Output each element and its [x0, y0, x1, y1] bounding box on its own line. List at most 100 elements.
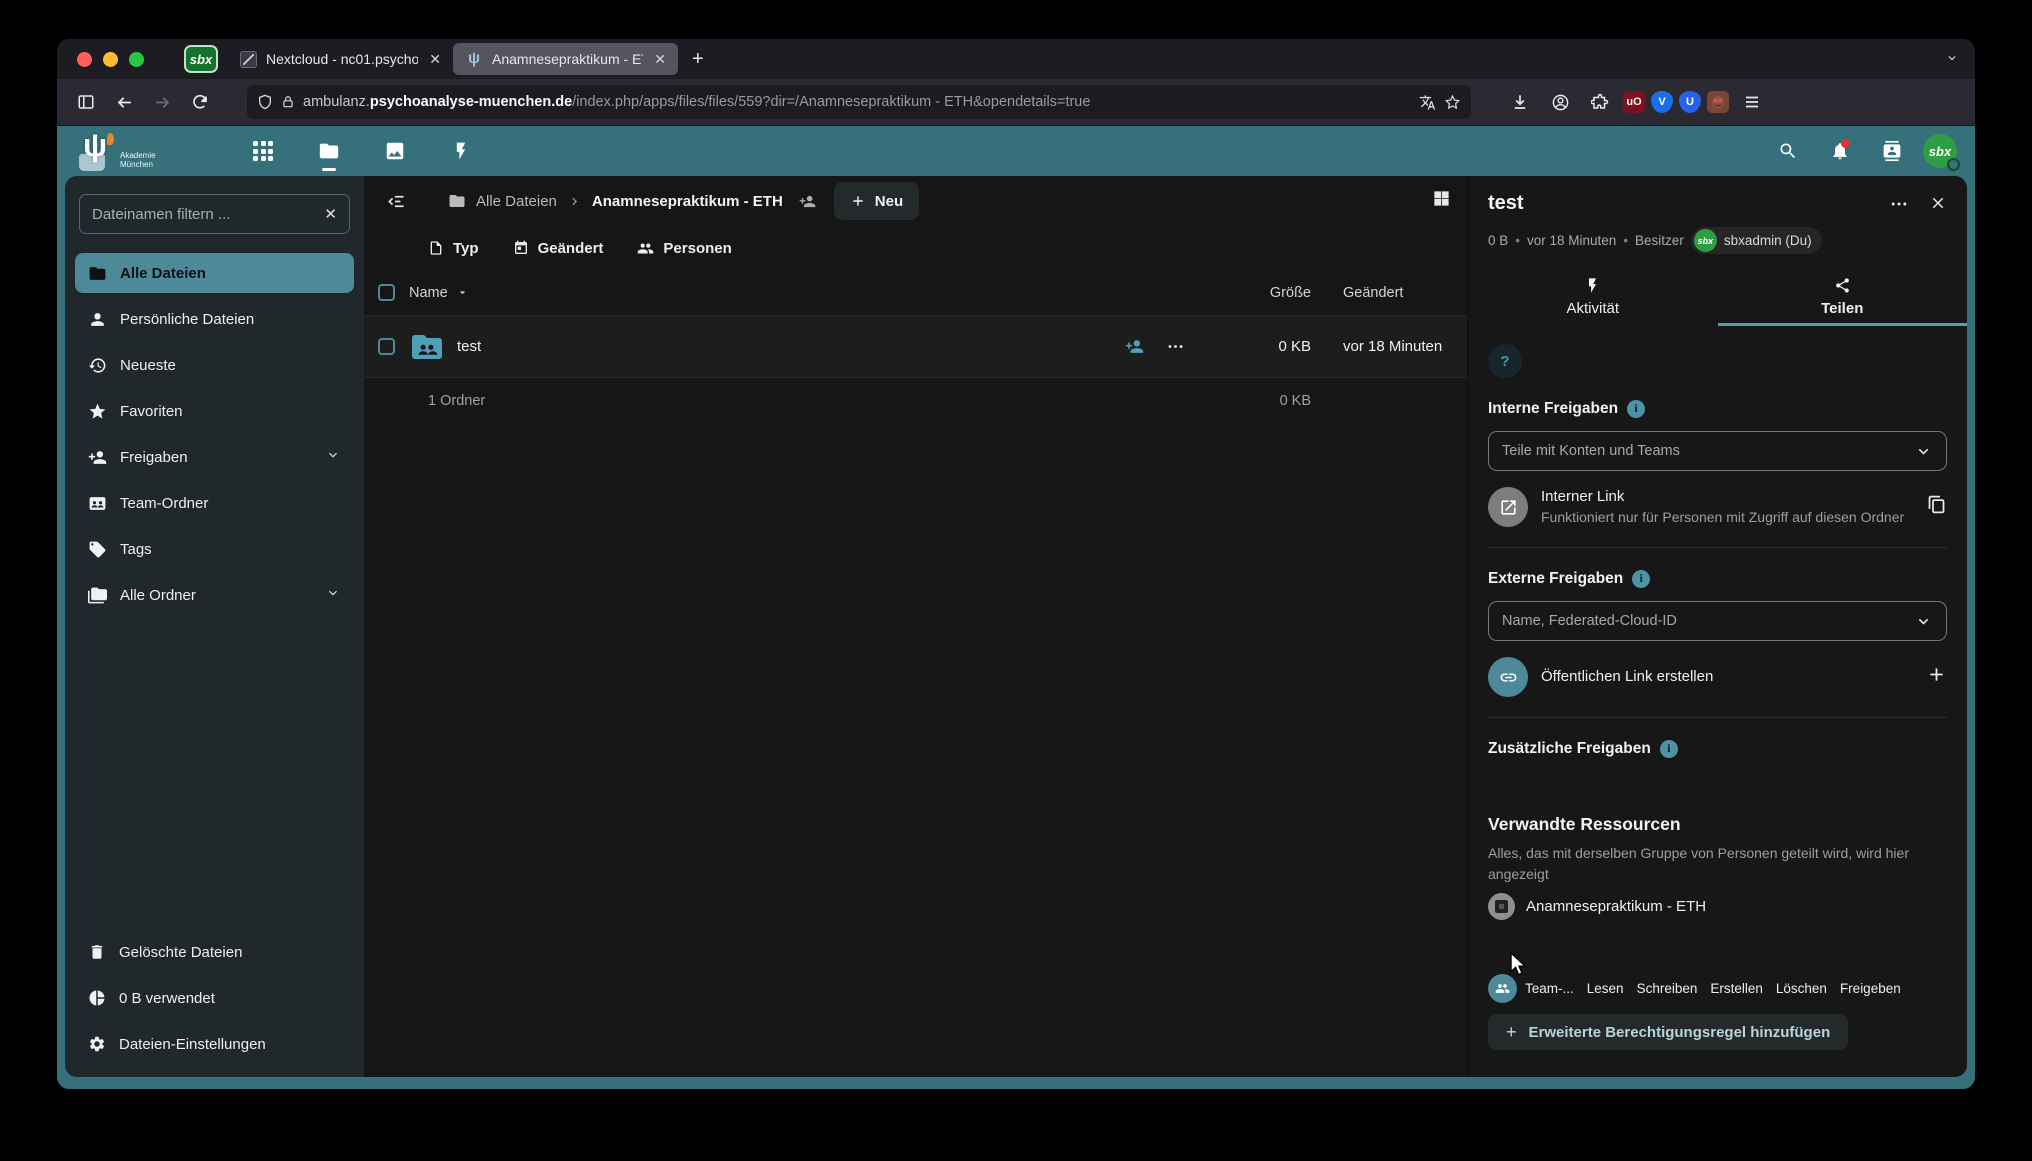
owner-pill[interactable]: sbx sbxadmin (Du)	[1691, 227, 1822, 254]
tab-overflow-chevron-icon[interactable]	[1945, 51, 1959, 68]
menu-hamburger-icon[interactable]	[1735, 86, 1769, 118]
related-resource-item[interactable]: Anamnesepraktikum - ETH	[1488, 893, 1947, 920]
sidebar-item-deleted-files[interactable]: Gelöschte Dateien	[75, 932, 354, 972]
tab-close-icon[interactable]: ✕	[654, 51, 666, 68]
forward-button[interactable]	[145, 86, 179, 118]
sidebar-item-quota[interactable]: 0 B verwendet	[75, 978, 354, 1018]
perm-share[interactable]: Freigeben	[1840, 981, 1901, 996]
account-icon[interactable]	[1543, 86, 1577, 118]
clear-filter-icon[interactable]: ✕	[324, 205, 337, 223]
url-bar[interactable]: ambulanz.psychoanalyse-muenchen.de/index…	[247, 85, 1471, 119]
downloads-icon[interactable]	[1503, 86, 1537, 118]
sidebar-item-favorites[interactable]: Favoriten	[75, 391, 354, 431]
sharing-help-button[interactable]: ?	[1488, 344, 1522, 378]
file-row-test[interactable]: test 0 KB vor 18 Minuten	[364, 316, 1467, 378]
filter-chip-label: Personen	[663, 240, 731, 257]
back-button[interactable]	[107, 86, 141, 118]
info-icon[interactable]: i	[1660, 740, 1678, 758]
photos-app-icon[interactable]	[373, 126, 417, 176]
sidebar-item-recent[interactable]: Neueste	[75, 345, 354, 385]
sidebar-toggle-icon[interactable]	[69, 86, 103, 118]
filter-chip-modified[interactable]: Geändert	[513, 240, 604, 257]
owner-label: Besitzer	[1635, 233, 1684, 248]
internal-link-row[interactable]: Interner Link Funktioniert nur für Perso…	[1488, 487, 1947, 527]
zoom-window-button[interactable]	[129, 52, 144, 67]
collapse-sidebar-icon[interactable]	[378, 183, 414, 219]
close-window-button[interactable]	[77, 52, 92, 67]
dashboard-app-icon[interactable]	[241, 126, 285, 176]
contacts-icon[interactable]	[1871, 129, 1913, 173]
file-name[interactable]: test	[457, 338, 1125, 355]
sidebar-item-personal-files[interactable]: Persönliche Dateien	[75, 299, 354, 339]
chevron-down-icon[interactable]	[325, 447, 341, 467]
info-icon[interactable]: i	[1627, 400, 1645, 418]
sidebar-item-files-settings[interactable]: Dateien-Einstellungen	[75, 1024, 354, 1064]
acl-permission-row[interactable]: Team-... Lesen Schreiben Erstellen Lösch…	[1488, 974, 1947, 1003]
perm-create[interactable]: Erstellen	[1710, 981, 1763, 996]
logo-accent-dot	[107, 133, 114, 145]
shared-person-plus-icon[interactable]	[799, 193, 816, 210]
bookmark-star-icon[interactable]	[1444, 94, 1461, 111]
perm-delete[interactable]: Löschen	[1776, 981, 1827, 996]
ublock-shield-icon[interactable]: uO	[1623, 91, 1645, 113]
column-size[interactable]: Größe	[1199, 285, 1311, 301]
user-avatar[interactable]: sbx	[1923, 134, 1957, 168]
sidebar-item-shares[interactable]: Freigaben	[75, 437, 354, 477]
notifications-bell-icon[interactable]	[1819, 129, 1861, 173]
breadcrumb-root[interactable]: Alle Dateien	[476, 193, 557, 210]
chevron-down-icon[interactable]	[325, 585, 341, 605]
row-checkbox[interactable]	[378, 338, 395, 355]
filter-chip-type[interactable]: Typ	[428, 240, 479, 257]
tab-sharing[interactable]: Teilen	[1718, 270, 1968, 326]
more-actions-icon[interactable]	[1166, 337, 1185, 356]
tab-close-icon[interactable]: ✕	[429, 51, 441, 68]
blue-shield-v-icon[interactable]: V	[1651, 91, 1673, 113]
filename-filter-input[interactable]: Dateinamen filtern ... ✕	[79, 194, 350, 234]
calendar-icon	[513, 240, 529, 256]
add-advanced-permission-rule-button[interactable]: + Erweiterte Berechtigungsregel hinzufüg…	[1488, 1014, 1848, 1050]
browser-tab-active[interactable]: ψ Anamnesepraktikum - ETH - Alle ✕	[453, 43, 678, 75]
internal-share-input[interactable]: Teile mit Konten und Teams	[1488, 431, 1947, 471]
sidebar-item-team-folders[interactable]: Team-Ordner	[75, 483, 354, 523]
share-person-plus-icon[interactable]	[1125, 337, 1144, 356]
file-icon	[428, 240, 444, 256]
external-share-input[interactable]: Name, Federated-Cloud-ID	[1488, 601, 1947, 641]
browser-window: sbx Nextcloud - nc01.psychoanalyse ✕ ψ A…	[57, 39, 1975, 1089]
translate-icon[interactable]	[1419, 94, 1436, 111]
column-modified[interactable]: Geändert	[1311, 285, 1447, 301]
related-resources-heading: Verwandte Ressourcen	[1488, 814, 1947, 835]
breadcrumb-current[interactable]: Anamnesepraktikum - ETH	[592, 193, 783, 210]
reload-button[interactable]	[183, 86, 217, 118]
mask-face-extension-icon[interactable]	[1707, 91, 1729, 113]
copy-link-icon[interactable]	[1926, 494, 1947, 520]
new-tab-button[interactable]: +	[692, 48, 704, 71]
column-name[interactable]: Name	[409, 285, 1199, 301]
minimize-window-button[interactable]	[103, 52, 118, 67]
create-public-link-row[interactable]: Öffentlichen Link erstellen	[1488, 657, 1947, 697]
details-more-icon[interactable]	[1889, 194, 1909, 219]
details-close-icon[interactable]	[1929, 194, 1947, 219]
new-button[interactable]: Neu	[834, 182, 919, 220]
extensions-puzzle-icon[interactable]	[1583, 86, 1617, 118]
sidebar-item-all-files[interactable]: Alle Dateien	[75, 253, 354, 293]
nextcloud-instance-logo[interactable]: ψ AkademieMünchen	[77, 129, 195, 173]
perm-write[interactable]: Schreiben	[1637, 981, 1698, 996]
sidebar-item-tags[interactable]: Tags	[75, 529, 354, 569]
unified-search-icon[interactable]	[1767, 129, 1809, 173]
info-icon[interactable]: i	[1632, 570, 1650, 588]
related-resources-desc: Alles, das mit derselben Gruppe von Pers…	[1488, 843, 1947, 885]
add-public-link-icon[interactable]	[1926, 664, 1947, 690]
files-toolbar: Alle Dateien Anamnesepraktikum - ETH Neu	[364, 176, 1467, 226]
shared-folder-icon[interactable]	[409, 329, 445, 365]
browser-tab-inactive[interactable]: Nextcloud - nc01.psychoanalyse ✕	[228, 43, 453, 75]
sidebar-item-all-folders[interactable]: Alle Ordner	[75, 575, 354, 615]
perm-read[interactable]: Lesen	[1587, 981, 1624, 996]
files-app-icon[interactable]	[307, 126, 351, 176]
sort-descending-icon	[456, 286, 469, 299]
select-all-checkbox[interactable]	[378, 284, 395, 301]
tab-activity[interactable]: Aktivität	[1468, 270, 1718, 326]
activity-app-icon[interactable]	[439, 126, 483, 176]
filter-chip-people[interactable]: Personen	[637, 240, 731, 257]
grid-view-toggle-icon[interactable]	[1432, 189, 1451, 213]
blue-shield-u-icon[interactable]: U	[1679, 91, 1701, 113]
